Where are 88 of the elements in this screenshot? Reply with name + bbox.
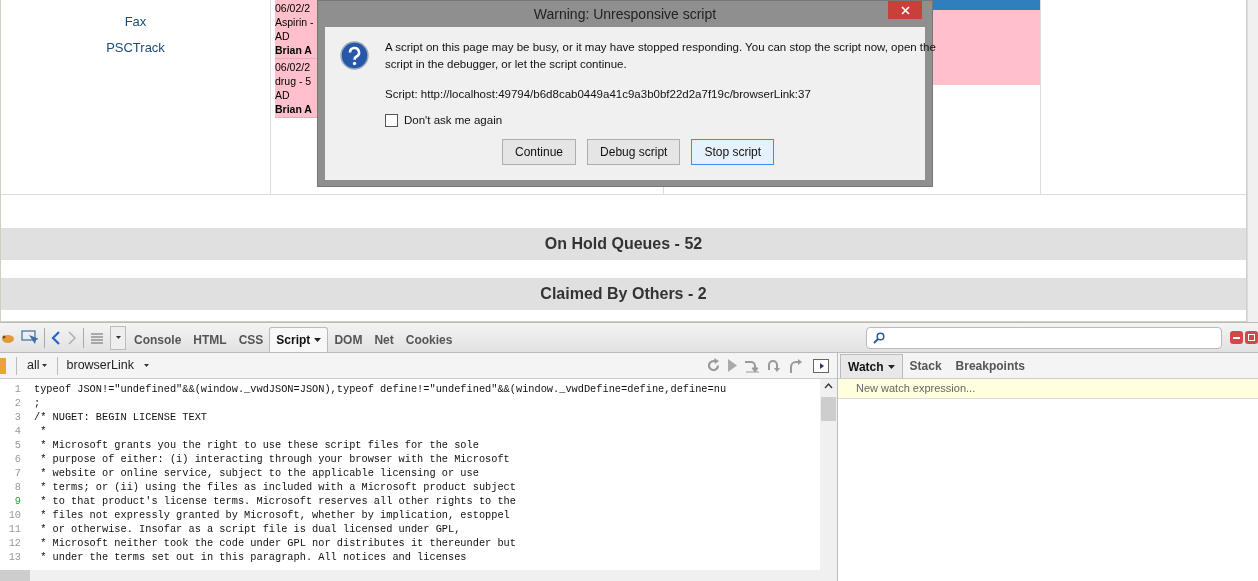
side-tab[interactable]: Stack xyxy=(902,354,949,378)
side-tab[interactable]: Watch xyxy=(840,354,903,378)
panel-tab[interactable]: CSS xyxy=(232,327,270,352)
step-over-icon[interactable] xyxy=(743,358,760,373)
cell-name: Brian A xyxy=(275,102,313,116)
scroll-up-icon[interactable] xyxy=(824,383,833,389)
panel-tab[interactable]: Console xyxy=(128,327,188,352)
line-number: 8 xyxy=(13,480,21,494)
dialog-button[interactable]: Continue xyxy=(502,138,577,165)
section-header[interactable]: Claimed By Others - 2 xyxy=(1,278,1246,310)
vertical-scrollbar[interactable] xyxy=(820,379,837,570)
line-number: 1 xyxy=(13,382,21,396)
dialog-message: A script on this page may be busy, or it may have stopped responding. You can stop the script now, open the script in the debugger, or let the script continue. xyxy=(385,40,937,72)
watch-input[interactable]: New watch expression... xyxy=(838,379,1258,399)
close-button[interactable] xyxy=(888,1,922,19)
window-title: Warning: Unresponsive script xyxy=(533,4,717,24)
filter-dropdown[interactable]: all xyxy=(17,356,57,375)
line-number: 12 xyxy=(7,536,21,550)
scroll-thumb[interactable] xyxy=(821,397,836,421)
panel-tab[interactable]: DOM xyxy=(328,327,369,352)
search-icon xyxy=(873,331,885,344)
dropdown-button[interactable] xyxy=(110,325,126,350)
forward-icon[interactable] xyxy=(67,330,77,345)
line-number: 10 xyxy=(7,508,21,522)
step-into-icon[interactable] xyxy=(765,358,782,373)
code-line: * under the terms set out in this paragraph. All notices and licenses xyxy=(39,550,467,564)
code-line: * terms; or (ii) using the files as included with a Microsoft product subject xyxy=(39,480,516,494)
cell-name: Brian A xyxy=(275,43,313,57)
link[interactable]: Fax xyxy=(124,12,147,32)
code-line: * Microsoft grants you the right to use these script files for the sole xyxy=(39,438,479,452)
link[interactable]: PSCTrack xyxy=(106,37,165,57)
horizontal-scrollbar[interactable] xyxy=(0,570,837,581)
code-line: * website or online service, subject to the applicable licensing or use xyxy=(39,466,479,480)
dialog-button[interactable]: Debug script xyxy=(587,138,681,165)
line-number: 3 xyxy=(13,410,21,424)
panel-tab[interactable]: Cookies xyxy=(399,327,459,352)
code-line: typeof JSON!="undefined"&&(window._vwdJSON=JSON),typeof define!="undefined"&&(window._vwdDefine=define,define=nu xyxy=(34,382,727,396)
panel-tab[interactable]: HTML xyxy=(187,327,233,352)
code-line: * or otherwise. Insofar as a script file is dual licensed under GPL, xyxy=(39,522,461,536)
play-icon[interactable] xyxy=(726,358,738,373)
scroll-thumb[interactable] xyxy=(0,570,30,581)
restore-button[interactable] xyxy=(1245,331,1258,344)
dialog-button[interactable]: Stop script xyxy=(691,138,775,165)
step-out-icon[interactable] xyxy=(787,358,804,373)
cell-text: AD xyxy=(275,29,291,43)
cell-text: drug - 5 xyxy=(275,74,313,88)
line-number: 7 xyxy=(13,466,21,480)
code-line: * Microsoft neither took the code under GPL nor distributes it thereunder but xyxy=(39,536,516,550)
code-line: * xyxy=(39,424,47,438)
caret-icon xyxy=(41,364,47,367)
line-number: 6 xyxy=(13,452,21,466)
cell-text: Aspirin - xyxy=(275,15,315,29)
back-icon[interactable] xyxy=(51,330,61,345)
line-number: 13 xyxy=(7,550,21,564)
search-field[interactable] xyxy=(866,326,1222,349)
rerun-icon[interactable] xyxy=(706,358,721,373)
menu-icon[interactable] xyxy=(90,331,104,344)
file-dropdown[interactable]: browserLink xyxy=(57,356,158,375)
minimize-button[interactable] xyxy=(1230,331,1243,344)
close-icon xyxy=(900,5,910,15)
panel-toggle-icon[interactable] xyxy=(813,358,829,373)
code-line: ; xyxy=(34,396,41,410)
line-number: 9 xyxy=(13,494,21,508)
code-line: /* NUGET: BEGIN LICENSE TEXT xyxy=(34,410,208,424)
panel-tab[interactable]: Net xyxy=(368,327,400,352)
checkbox[interactable] xyxy=(385,114,398,128)
caret-icon xyxy=(143,364,149,367)
cell-text: 06/02/2 xyxy=(275,1,312,15)
cell-text: 06/02/2 xyxy=(275,60,312,74)
code-line: * to that product's license terms. Microsoft reserves all other rights to the xyxy=(39,494,516,508)
caret-icon xyxy=(887,364,895,369)
line-number: 11 xyxy=(7,522,21,536)
code-line: * purpose of either: (i) interacting through your browser with the Microsoft xyxy=(39,452,510,466)
caret-icon xyxy=(314,338,322,342)
caret-icon xyxy=(115,336,121,339)
script-url: Script: http://localhost:49794/b6d8cab0449a41c9a3b0bf22d2a7f19c/browserLink:37 xyxy=(385,87,812,102)
section-header[interactable]: On Hold Queues - 52 xyxy=(1,228,1246,260)
side-tab[interactable]: Breakpoints xyxy=(948,354,1032,378)
scrollbar[interactable] xyxy=(1247,0,1258,322)
panel-tab[interactable]: Script xyxy=(269,327,329,352)
checkbox-label[interactable]: Don't ask me again xyxy=(404,112,503,130)
line-number: 4 xyxy=(13,424,21,438)
inspect-icon[interactable] xyxy=(21,330,38,345)
question-icon xyxy=(340,41,369,70)
code-line: * files not expressly granted by Microsoft, whether by implication, estoppel xyxy=(39,508,510,522)
line-number: 2 xyxy=(13,396,21,410)
line-number: 5 xyxy=(13,438,21,452)
cell-text: AD xyxy=(275,88,291,102)
